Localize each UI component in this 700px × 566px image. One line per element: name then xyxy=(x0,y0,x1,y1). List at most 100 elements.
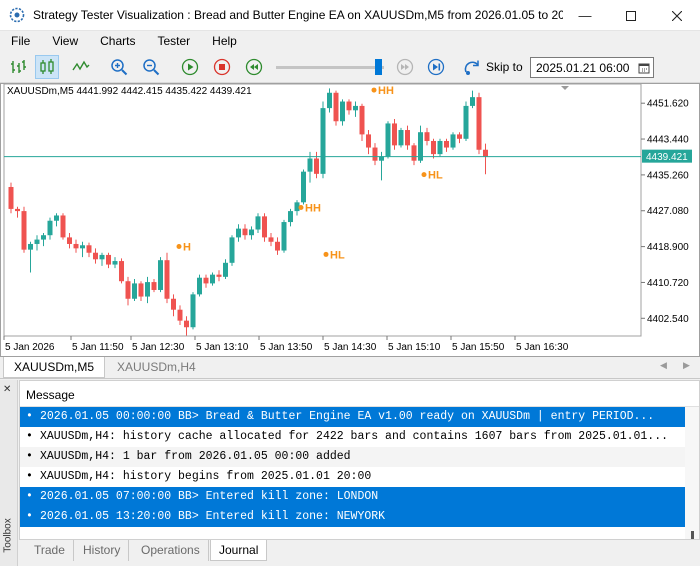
info-dot-icon: • xyxy=(26,490,33,503)
tab-scroll-left-icon[interactable]: ◀ xyxy=(660,360,667,371)
skip-to-icon[interactable] xyxy=(461,55,485,79)
price-axis-label: 4451.620 xyxy=(647,99,689,110)
log-row[interactable]: • 2026.01.05 07:00:00 BB> Entered kill zo… xyxy=(20,487,685,507)
swing-label: HH xyxy=(305,203,321,215)
tab-trade[interactable]: Trade xyxy=(26,540,74,561)
toolbox-tabs: Trade History Operations Journal xyxy=(19,540,700,566)
toolbox-close-icon[interactable]: ✕ xyxy=(3,384,11,395)
candle-body xyxy=(8,186,14,209)
bar-chart-icon[interactable] xyxy=(6,55,30,79)
maximize-button[interactable] xyxy=(608,0,654,31)
skip-to-label: Skip to xyxy=(486,60,523,74)
rewind-icon[interactable] xyxy=(242,55,266,79)
stop-icon[interactable] xyxy=(210,55,234,79)
candle-body xyxy=(203,277,209,284)
candle-body xyxy=(359,105,365,135)
line-chart-icon[interactable] xyxy=(69,55,93,79)
candle-body xyxy=(216,274,222,277)
price-axis-label: 4427.080 xyxy=(647,206,689,217)
candlestick-chart[interactable]: 4451.620 4443.440 4435.260 4427.080 4418.900… xyxy=(1,84,699,356)
chart-tab-xauusdm-m5[interactable]: XAUUSDm,M5 xyxy=(3,357,106,378)
chart-tab-xauusdm-h4[interactable]: XAUUSDm,H4 xyxy=(107,357,206,378)
candle-body xyxy=(229,237,235,263)
calendar-dropdown-icon[interactable] xyxy=(637,60,651,75)
menu-bar: File View Charts Tester Help xyxy=(0,31,700,52)
time-axis-label: 5 Jan 14:30 xyxy=(324,342,377,353)
menu-tester[interactable]: Tester xyxy=(146,31,201,52)
log-row[interactable]: • XAUUSDm,H4: 1 bar from 2026.01.05 00:00… xyxy=(20,447,685,467)
time-axis-label: 5 Jan 11:50 xyxy=(72,342,124,353)
menu-help[interactable]: Help xyxy=(201,31,248,52)
window-title: Strategy Tester Visualization : Bread an… xyxy=(33,8,563,22)
time-axis-label: 5 Jan 15:50 xyxy=(452,342,505,353)
chart-symbol-info: XAUUSDm,M5 4441.992 4442.415 4435.422 44… xyxy=(7,86,252,97)
tab-operations[interactable]: Operations xyxy=(133,540,209,561)
toolbox-sidebar: ✕ Toolbox xyxy=(0,380,18,566)
swing-marker xyxy=(371,87,377,93)
candle-body xyxy=(483,149,488,157)
candle-body xyxy=(184,320,189,328)
candle-body xyxy=(307,158,313,172)
log-row[interactable]: • 2026.01.05 13:20:00 BB> Entered kill zo… xyxy=(20,507,685,527)
journal-scrollbar[interactable] xyxy=(685,407,699,539)
swing-marker xyxy=(298,205,304,211)
speed-slider[interactable] xyxy=(276,66,384,69)
swing-label: H xyxy=(183,242,191,254)
candle-body xyxy=(60,215,66,238)
candle-body xyxy=(411,145,417,161)
tab-scroll-right-icon[interactable]: ▶ xyxy=(683,360,690,371)
candle-body xyxy=(405,130,410,146)
tab-history[interactable]: History xyxy=(75,540,130,561)
toolbox-panel: ✕ Toolbox Message • 2026.01.05 00:00:00 B… xyxy=(0,380,700,566)
candlestick-chart-icon[interactable] xyxy=(35,55,59,79)
candle-body xyxy=(138,283,144,297)
step-forward-icon[interactable] xyxy=(424,55,448,79)
play-icon[interactable] xyxy=(178,55,202,79)
candle-body xyxy=(372,147,378,161)
current-price-label: 4439.421 xyxy=(646,152,688,163)
candle-body xyxy=(151,282,157,290)
candle-body xyxy=(242,228,248,236)
log-row[interactable]: • XAUUSDm,H4: history begins from 2025.01… xyxy=(20,467,685,487)
candle-body xyxy=(93,252,98,260)
zoom-in-icon[interactable] xyxy=(107,55,131,79)
menu-charts[interactable]: Charts xyxy=(89,31,146,52)
candle-body xyxy=(275,241,280,251)
candle-body xyxy=(34,239,40,244)
time-axis-label: 5 Jan 12:30 xyxy=(132,342,185,353)
candle-body xyxy=(223,262,228,277)
close-button[interactable] xyxy=(654,0,700,31)
skip-to-date-picker[interactable]: 2025.01.21 06:00 xyxy=(530,57,654,78)
time-axis-label: 5 Jan 13:10 xyxy=(196,342,249,353)
menu-file[interactable]: File xyxy=(0,31,41,52)
candle-body xyxy=(398,130,404,146)
zoom-out-icon[interactable] xyxy=(139,55,163,79)
speed-slider-thumb[interactable] xyxy=(375,59,382,75)
journal-scroll-thumb[interactable] xyxy=(691,531,694,539)
chart-shift-marker-icon xyxy=(561,86,569,90)
time-axis-label: 5 Jan 16:30 xyxy=(516,342,569,353)
candle-body xyxy=(99,254,105,260)
journal-list[interactable]: Message • 2026.01.05 00:00:00 BB> Bread &… xyxy=(19,380,700,540)
minimize-button[interactable]: — xyxy=(562,0,608,31)
price-axis-label: 4435.260 xyxy=(647,170,689,181)
candle-body xyxy=(255,216,261,230)
title-bar: Strategy Tester Visualization : Bread an… xyxy=(0,0,700,31)
candle-body xyxy=(73,243,79,249)
candle-body xyxy=(288,211,293,223)
candle-body xyxy=(54,215,59,221)
candle-body xyxy=(125,281,131,299)
price-chart[interactable]: 4451.620 4443.440 4435.260 4427.080 4418.900… xyxy=(0,83,700,357)
menu-view[interactable]: View xyxy=(41,31,89,52)
candle-body xyxy=(268,237,274,242)
candle-body xyxy=(236,228,241,238)
message-column-header[interactable]: Message xyxy=(20,381,699,407)
candle-body xyxy=(41,235,46,240)
log-row[interactable]: • XAUUSDm,H4: history cache allocated for… xyxy=(20,427,685,447)
candle-body xyxy=(190,294,196,328)
price-axis-label: 4418.900 xyxy=(647,242,689,253)
log-row[interactable]: • 2026.01.05 00:00:00 BB> Bread & Butter … xyxy=(20,407,685,427)
tab-journal[interactable]: Journal xyxy=(210,540,268,561)
info-dot-icon: • xyxy=(26,450,33,463)
candle-body xyxy=(346,101,352,111)
